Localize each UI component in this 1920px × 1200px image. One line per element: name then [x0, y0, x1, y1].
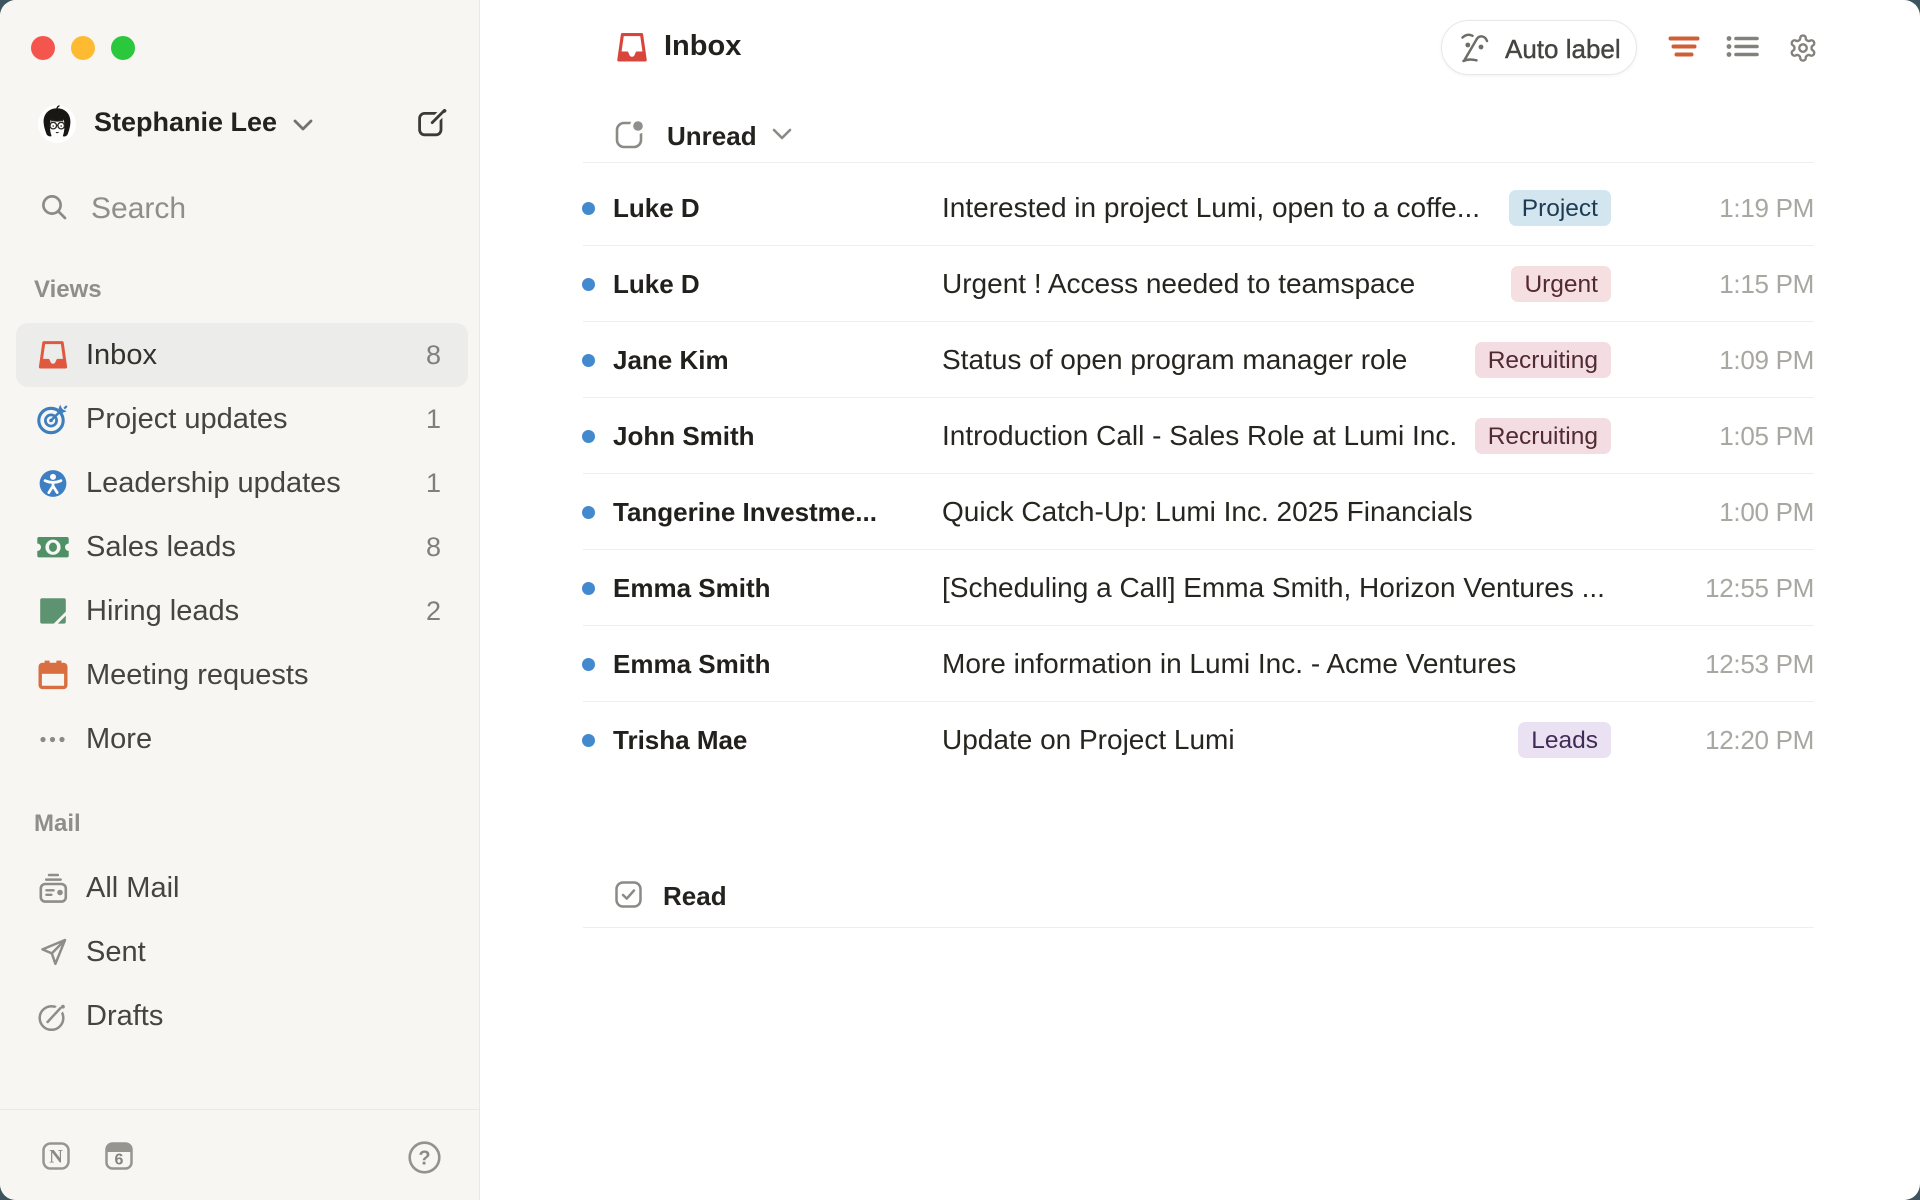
svg-text:6: 6	[115, 1152, 124, 1169]
svg-text:N: N	[49, 1147, 63, 1168]
svg-text:?: ?	[418, 1148, 430, 1170]
